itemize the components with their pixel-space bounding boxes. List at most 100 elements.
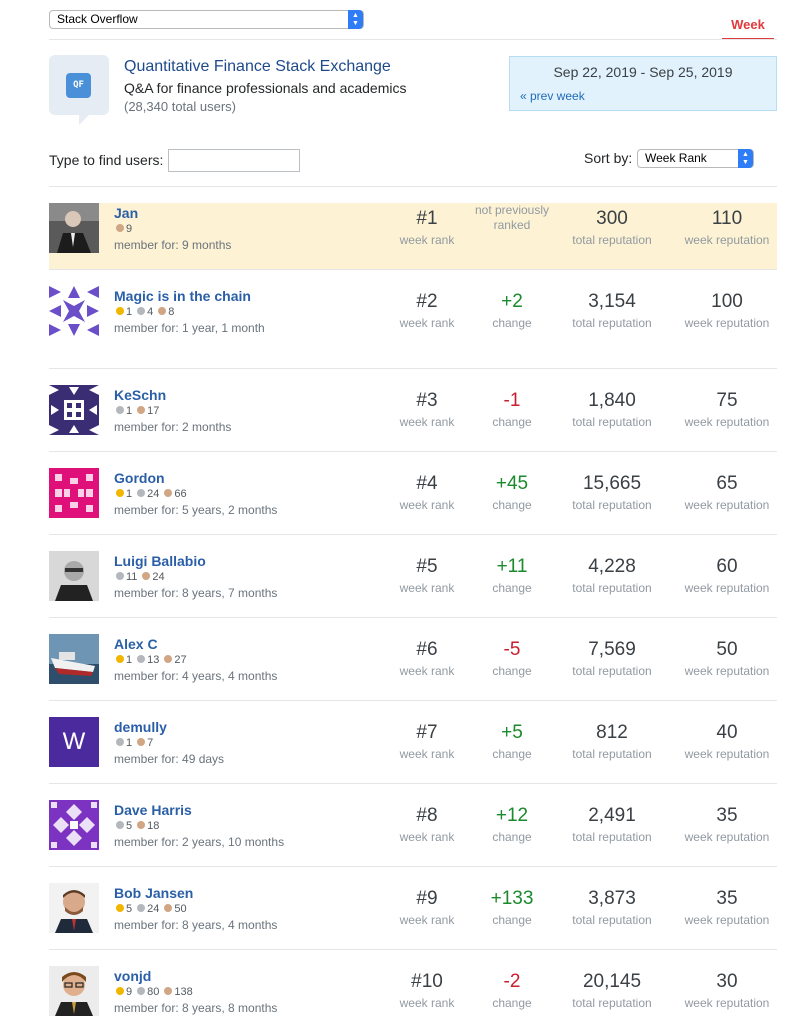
divider [49,39,777,40]
user-row: Magic is in the chain 148 member for: 1 … [49,286,777,369]
gold-badge-icon [116,904,124,912]
user-name-link[interactable]: KeSchn [114,387,166,403]
badge-counts: 1 13 27 [116,654,192,666]
week-reputation: 100 week reputation [684,291,770,330]
total-reputation: 2,491 total reputation [572,805,652,844]
avatar[interactable] [49,634,99,684]
avatar[interactable] [49,966,99,1016]
rank-change: +133 change [490,888,534,927]
user-name-link[interactable]: Magic is in the chain [114,288,251,304]
badge-counts: 148 [116,306,179,318]
total-reputation: 3,873 total reputation [572,888,652,927]
week-rank: #2 week rank [399,291,455,330]
silver-badge-icon [137,904,146,912]
divider [49,186,777,187]
bronze-badge: 9 [116,223,132,235]
gold-badge-icon [116,987,124,995]
total-reputation: 7,569 total reputation [572,639,652,678]
week-reputation: 35 week reputation [684,805,770,844]
find-users-label: Type to find users: [49,152,164,168]
week-reputation: 60 week reputation [684,556,770,595]
week-rank: #7 week rank [399,722,455,761]
avatar[interactable] [49,551,99,601]
select-arrows-icon: ▲ ▼ [738,149,753,168]
badge-counts: 11 24 [116,571,170,583]
week-reputation: 40 week reputation [684,722,770,761]
week-rank: #4 week rank [399,473,455,512]
speech-bubble-tail [79,113,91,125]
user-name-link[interactable]: demully [114,719,167,735]
member-since: member for: 9 months [114,238,232,252]
member-since: member for: 2 years, 10 months [114,835,285,849]
week-rank: #1 week rank [399,208,455,247]
sort-by-label: Sort by: [584,150,633,166]
rank-change: not previously ranked [472,203,552,233]
sort-by-select[interactable]: Week Rank ▲ ▼ [637,149,754,168]
week-rank: #8 week rank [399,805,455,844]
user-name-link[interactable]: vonjd [114,968,151,984]
total-reputation: 300 total reputation [572,208,652,247]
badge-counts: 1 24 66 [116,488,192,500]
user-row: Alex C 1 13 27 member for: 4 years, 4 mont… [49,618,777,701]
bronze-badge-icon [164,904,173,912]
avatar[interactable] [49,883,99,933]
date-range: Sep 22, 2019 - Sep 25, 2019 [553,64,733,80]
avatar[interactable] [49,800,99,850]
bronze-badge-icon [137,406,146,414]
week-rank: #10 week rank [399,971,455,1010]
tab-week[interactable]: Week [722,0,774,40]
user-row: vonjd 9 80 138 member for: 8 years, 8 mont… [49,950,777,1025]
silver-badge-icon [137,987,146,995]
week-reputation: 75 week reputation [684,390,770,429]
silver-badge-icon [137,489,146,497]
site-user-count: (28,340 total users) [124,99,237,114]
member-since: member for: 2 months [114,420,232,434]
site-description: Q&A for finance professionals and academ… [124,80,407,96]
prev-week-link[interactable]: « prev week [520,89,585,103]
silver-badge-icon [116,572,124,580]
week-rank: #3 week rank [399,390,455,429]
avatar[interactable] [49,203,99,253]
week-reputation: 50 week reputation [684,639,770,678]
user-row: KeSchn 1 17 member for: 2 months #3 week r… [49,369,777,452]
user-row: Dave Harris 5 18 member for: 2 years, 10 … [49,784,777,867]
bronze-badge-icon [142,572,151,580]
user-row: W demully 17 member for: 49 days #7 week … [49,701,777,784]
site-name-link[interactable]: Quantitative Finance Stack Exchange [124,58,391,76]
site-selector[interactable]: Stack Overflow ▲ ▼ [49,10,364,29]
avatar[interactable] [49,385,99,435]
total-reputation: 812 total reputation [572,722,652,761]
user-name-link[interactable]: Dave Harris [114,802,192,818]
rank-change: -1 change [492,390,532,429]
avatar[interactable] [49,286,99,336]
member-since: member for: 8 years, 7 months [114,586,278,600]
find-users-input[interactable] [168,149,300,172]
user-name-link[interactable]: Jan [114,205,138,221]
user-name-link[interactable]: Alex C [114,636,158,652]
user-name-link[interactable]: Luigi Ballabio [114,553,206,569]
bronze-badge-icon [137,738,146,746]
week-reputation: 35 week reputation [684,888,770,927]
week-reputation: 65 week reputation [684,473,770,512]
avatar[interactable]: W [49,717,99,767]
silver-badge-icon [137,307,146,315]
rank-change: -5 change [492,639,532,678]
total-reputation: 4,228 total reputation [572,556,652,595]
avatar[interactable] [49,468,99,518]
member-since: member for: 5 years, 2 months [114,503,278,517]
user-row: Jan 9 member for: 9 months #1 week rank n… [49,203,777,270]
silver-badge-icon [116,821,124,829]
site-selector-value: Stack Overflow [57,12,138,26]
sort-by-value: Week Rank [645,151,707,165]
user-name-link[interactable]: Gordon [114,470,165,486]
bronze-badge-icon [164,489,173,497]
week-rank: #5 week rank [399,556,455,595]
rank-change: -2 change [492,971,532,1010]
user-name-link[interactable]: Bob Jansen [114,885,193,901]
member-since: member for: 8 years, 4 months [114,918,278,932]
badge-counts: 17 [116,737,158,749]
site-logo[interactable]: QF [49,55,109,125]
week-rank: #9 week rank [399,888,455,927]
date-range-box: Sep 22, 2019 - Sep 25, 2019 « prev week [509,56,777,111]
rank-change: +11 change [492,556,532,595]
